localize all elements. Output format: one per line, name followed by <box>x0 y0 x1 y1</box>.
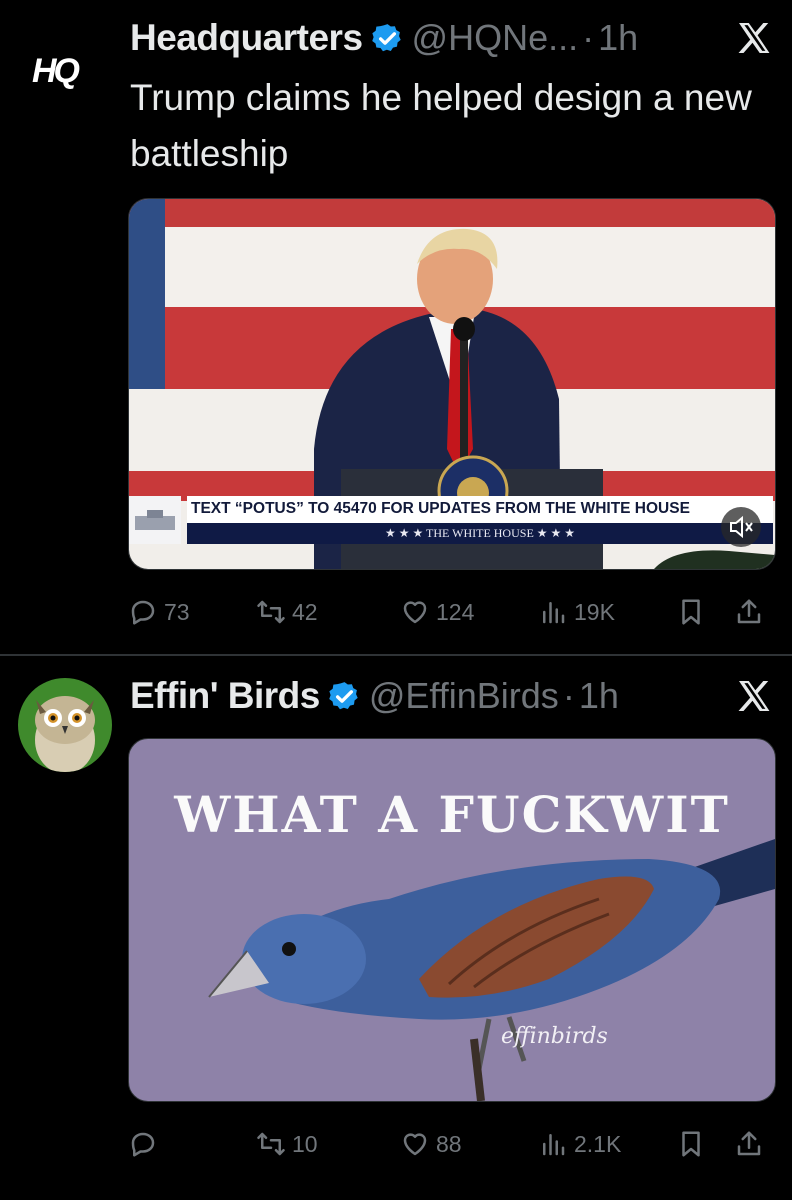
heart-icon <box>403 1133 427 1156</box>
x-logo-icon[interactable] <box>736 20 772 56</box>
news-banner: TEXT “POTUS” TO 45470 FOR UPDATES FROM T… <box>187 496 773 544</box>
reply-count: 73 <box>164 598 190 625</box>
view-count: 2.1K <box>574 1130 622 1157</box>
tweet-headquarters[interactable]: HQ Headquarters @HQNe... · 1h Trump clai… <box>0 0 792 654</box>
reply-button[interactable]: 73 <box>128 590 190 634</box>
reply-button[interactable] <box>128 1122 164 1166</box>
share-icon <box>737 1131 761 1156</box>
account-name[interactable]: Effin' Birds <box>130 675 320 717</box>
tweet-image[interactable]: WHAT A FUCKWIT effinbirds <box>128 738 776 1102</box>
banner-subtext: ★ ★ ★ THE WHITE HOUSE ★ ★ ★ <box>187 523 773 544</box>
reply-icon <box>131 1132 155 1157</box>
hq-logo: HQ <box>32 52 80 90</box>
account-handle[interactable]: @HQNe... <box>412 17 579 59</box>
tweet-text: Trump claims he helped design a new batt… <box>130 77 752 174</box>
views-button[interactable]: 2.1K <box>538 1122 621 1166</box>
like-button[interactable]: 88 <box>400 1122 462 1166</box>
repost-count: 10 <box>292 1130 318 1157</box>
account-name[interactable]: Headquarters <box>130 17 363 59</box>
heart-icon <box>403 601 427 624</box>
like-count: 124 <box>436 598 475 625</box>
tweet-actions: 73 42 124 19K <box>128 590 774 634</box>
separator-dot: · <box>582 17 595 58</box>
bookmark-button[interactable] <box>676 1122 712 1166</box>
like-count: 88 <box>436 1130 462 1157</box>
like-button[interactable]: 124 <box>400 590 474 634</box>
views-button[interactable]: 19K <box>538 590 615 634</box>
timestamp[interactable]: 1h <box>579 675 619 717</box>
repost-count: 42 <box>292 598 318 625</box>
owl-avatar-image <box>35 696 95 772</box>
speaker-muted-icon <box>730 515 753 539</box>
mute-button[interactable] <box>721 507 761 547</box>
avatar-effin-birds[interactable] <box>18 678 112 772</box>
reply-icon <box>131 600 155 625</box>
tweet-effin-birds[interactable]: Effin' Birds @EffinBirds · 1h WHAT A FUC… <box>0 656 792 1200</box>
x-logo-icon[interactable] <box>736 678 772 714</box>
share-button[interactable] <box>734 590 770 634</box>
tweet-header: Effin' Birds @EffinBirds · 1h <box>130 666 772 726</box>
bookmark-icon <box>682 599 700 625</box>
tweet-video[interactable]: TEXT “POTUS” TO 45470 FOR UPDATES FROM T… <box>128 198 776 570</box>
tweet-header: Headquarters @HQNe... · 1h <box>130 8 772 68</box>
share-button[interactable] <box>734 1122 770 1166</box>
white-house-thumbnail <box>129 496 181 544</box>
verified-badge-icon <box>371 23 401 51</box>
signature: effinbirds <box>501 1024 608 1049</box>
views-icon <box>543 602 565 624</box>
banner-text: TEXT “POTUS” TO 45470 FOR UPDATES FROM T… <box>191 500 690 517</box>
tweet-actions: 10 88 2.1K <box>128 1122 774 1166</box>
blue-grosbeak-illustration <box>208 839 775 1101</box>
separator-dot: · <box>562 675 575 716</box>
bookmark-button[interactable] <box>676 590 712 634</box>
timestamp[interactable]: 1h <box>598 17 638 59</box>
repost-button[interactable]: 42 <box>256 590 318 634</box>
repost-icon <box>257 600 285 624</box>
bookmark-icon <box>682 1131 700 1157</box>
repost-button[interactable]: 10 <box>256 1122 318 1166</box>
account-handle[interactable]: @EffinBirds <box>369 675 559 717</box>
view-count: 19K <box>574 598 615 625</box>
repost-icon <box>257 1132 285 1156</box>
avatar-headquarters[interactable]: HQ <box>18 22 112 116</box>
share-icon <box>737 599 761 624</box>
views-icon <box>543 1134 565 1156</box>
verified-badge-icon <box>329 681 358 709</box>
